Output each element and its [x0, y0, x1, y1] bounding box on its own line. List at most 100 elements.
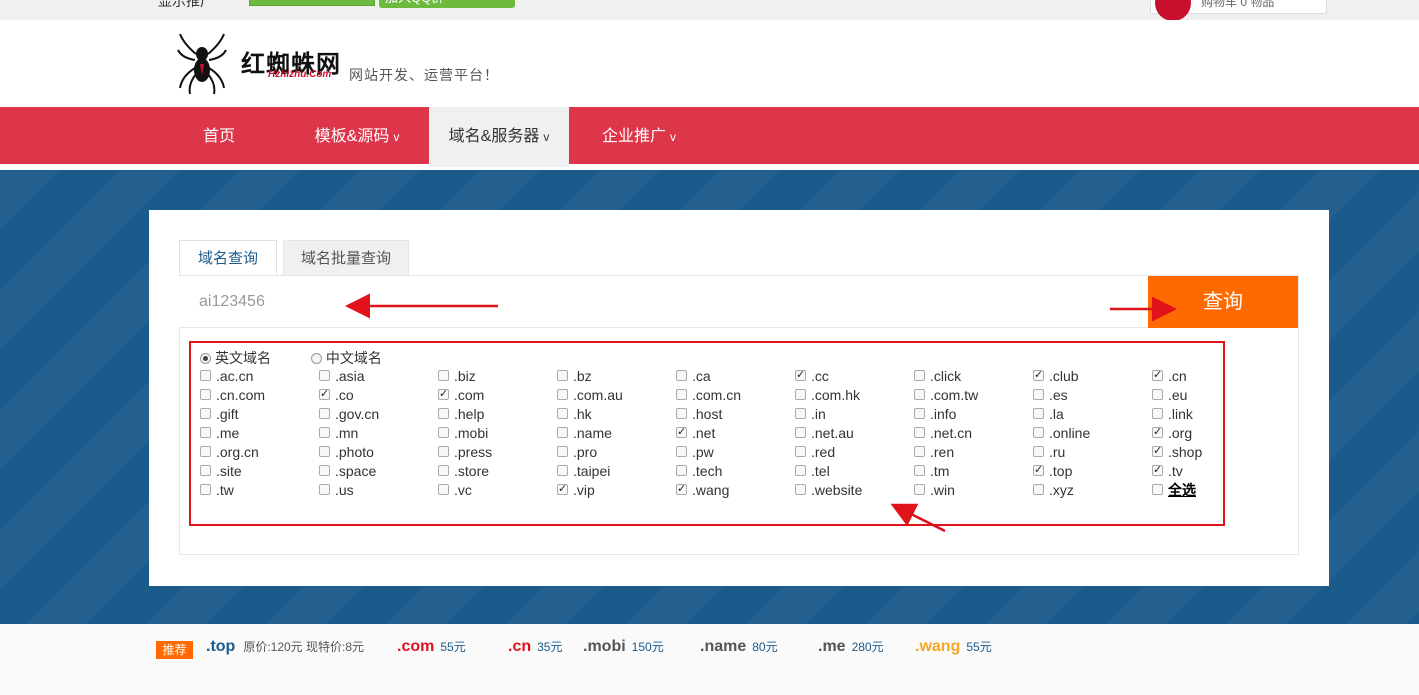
radio-chinese[interactable]: 中文域名: [310, 350, 382, 366]
tld-checkbox[interactable]: .cc: [795, 366, 829, 386]
tld-checkbox[interactable]: .cn.com: [200, 386, 265, 405]
checkbox-icon[interactable]: [914, 370, 925, 381]
checkbox-icon[interactable]: [795, 465, 806, 476]
tld-checkbox[interactable]: .gov.cn: [319, 405, 379, 424]
tld-checkbox[interactable]: .vip: [557, 480, 595, 500]
tld-checkbox[interactable]: .site: [200, 462, 242, 481]
radio-english[interactable]: 英文域名: [200, 350, 271, 366]
checkbox-icon[interactable]: [557, 389, 568, 400]
checkbox-icon[interactable]: [1152, 408, 1163, 419]
tld-checkbox[interactable]: .net.au: [795, 424, 854, 443]
checkbox-icon[interactable]: [200, 427, 211, 438]
tab-domain-query[interactable]: 域名查询: [179, 240, 277, 276]
checkbox-icon[interactable]: [1033, 484, 1044, 495]
select-all-checkbox[interactable]: 全选: [1152, 481, 1196, 500]
promo-item[interactable]: .mobi 150元: [583, 638, 664, 656]
checkbox-icon[interactable]: [795, 408, 806, 419]
checkbox-checked-icon[interactable]: [1152, 461, 1163, 480]
checkbox-checked-icon[interactable]: [1033, 461, 1044, 480]
checkbox-icon[interactable]: [1152, 389, 1163, 400]
checkbox-icon[interactable]: [676, 465, 687, 476]
promo-item[interactable]: .name 80元: [700, 638, 778, 656]
checkbox-icon[interactable]: [319, 465, 330, 476]
checkbox-icon[interactable]: [319, 446, 330, 457]
checkbox-icon[interactable]: [795, 484, 806, 495]
tld-checkbox[interactable]: .com.cn: [676, 386, 741, 405]
tld-checkbox[interactable]: .store: [438, 462, 489, 481]
checkbox-checked-icon[interactable]: [1033, 366, 1044, 385]
tld-checkbox[interactable]: .asia: [319, 367, 365, 386]
tld-checkbox[interactable]: .bz: [557, 367, 592, 386]
checkbox-icon[interactable]: [1033, 427, 1044, 438]
checkbox-checked-icon[interactable]: [557, 480, 568, 499]
logo[interactable]: 红蜘蛛网 Hzhizhu.Com 网站开发、运营平台！: [176, 32, 506, 94]
tld-checkbox[interactable]: .me: [200, 424, 239, 443]
tld-checkbox[interactable]: .link: [1152, 405, 1193, 424]
checkbox-icon[interactable]: [914, 389, 925, 400]
checkbox-checked-icon[interactable]: [1152, 442, 1163, 461]
tld-checkbox[interactable]: .space: [319, 462, 376, 481]
tld-checkbox[interactable]: .org.cn: [200, 443, 259, 462]
checkbox-checked-icon[interactable]: [676, 423, 687, 442]
checkbox-icon[interactable]: [438, 370, 449, 381]
tld-checkbox[interactable]: .red: [795, 443, 835, 462]
tld-checkbox[interactable]: .host: [676, 405, 722, 424]
tld-checkbox[interactable]: .help: [438, 405, 484, 424]
tab-batch-query[interactable]: 域名批量查询: [283, 240, 409, 276]
tld-checkbox[interactable]: .tv: [1152, 461, 1183, 481]
checkbox-checked-icon[interactable]: [1152, 366, 1163, 385]
tld-checkbox[interactable]: .hk: [557, 405, 592, 424]
tld-checkbox[interactable]: .tech: [676, 462, 722, 481]
checkbox-icon[interactable]: [914, 446, 925, 457]
tld-checkbox[interactable]: .mobi: [438, 424, 488, 443]
checkbox-icon[interactable]: [200, 484, 211, 495]
tld-checkbox[interactable]: .cn: [1152, 366, 1187, 386]
cart-widget[interactable]: 购物车 0 物品: [1150, 0, 1327, 21]
tld-checkbox[interactable]: .photo: [319, 443, 374, 462]
promo-item[interactable]: .wang 55元: [915, 638, 992, 656]
checkbox-icon[interactable]: [557, 408, 568, 419]
cart-icon[interactable]: [1155, 0, 1191, 21]
checkbox-icon[interactable]: [557, 446, 568, 457]
tld-checkbox[interactable]: .la: [1033, 405, 1064, 424]
checkbox-icon[interactable]: [200, 389, 211, 400]
checkbox-checked-icon[interactable]: [319, 385, 330, 404]
tld-checkbox[interactable]: .pro: [557, 443, 597, 462]
tld-checkbox[interactable]: .com.tw: [914, 386, 978, 405]
tld-checkbox[interactable]: .com.au: [557, 386, 623, 405]
tld-checkbox[interactable]: .com.hk: [795, 386, 860, 405]
radio-dot-icon[interactable]: [310, 353, 322, 364]
tld-checkbox[interactable]: .website: [795, 481, 862, 500]
qq-group-button[interactable]: 加入QQ群: [379, 0, 515, 8]
checkbox-icon[interactable]: [795, 446, 806, 457]
tld-checkbox[interactable]: .biz: [438, 367, 476, 386]
checkbox-icon[interactable]: [1152, 484, 1163, 495]
nav-domains[interactable]: 域名&服务器 v: [429, 107, 569, 167]
checkbox-icon[interactable]: [200, 446, 211, 457]
tld-checkbox[interactable]: .vc: [438, 481, 472, 500]
tld-checkbox[interactable]: .taipei: [557, 462, 610, 481]
checkbox-checked-icon[interactable]: [676, 480, 687, 499]
tld-checkbox[interactable]: .com: [438, 385, 484, 405]
promo-item[interactable]: .me 280元: [818, 638, 884, 656]
tld-checkbox[interactable]: .eu: [1152, 386, 1187, 405]
checkbox-icon[interactable]: [438, 446, 449, 457]
promo-item[interactable]: .top 原价:120元 现特价:8元: [206, 638, 364, 656]
promo-item[interactable]: .cn 35元: [508, 638, 562, 656]
checkbox-icon[interactable]: [319, 427, 330, 438]
tld-checkbox[interactable]: .gift: [200, 405, 239, 424]
cart-text[interactable]: 购物车 0 物品: [1201, 0, 1274, 10]
checkbox-icon[interactable]: [1033, 446, 1044, 457]
tld-checkbox[interactable]: .online: [1033, 424, 1090, 443]
tld-checkbox[interactable]: .tm: [914, 462, 949, 481]
checkbox-icon[interactable]: [319, 370, 330, 381]
tld-checkbox[interactable]: .es: [1033, 386, 1068, 405]
tld-checkbox[interactable]: .ru: [1033, 443, 1065, 462]
tld-checkbox[interactable]: .win: [914, 481, 955, 500]
checkbox-icon[interactable]: [914, 465, 925, 476]
checkbox-icon[interactable]: [438, 427, 449, 438]
checkbox-icon[interactable]: [557, 370, 568, 381]
checkbox-icon[interactable]: [1033, 389, 1044, 400]
top-bar-green-box[interactable]: [249, 0, 375, 6]
tld-checkbox[interactable]: .ca: [676, 367, 711, 386]
